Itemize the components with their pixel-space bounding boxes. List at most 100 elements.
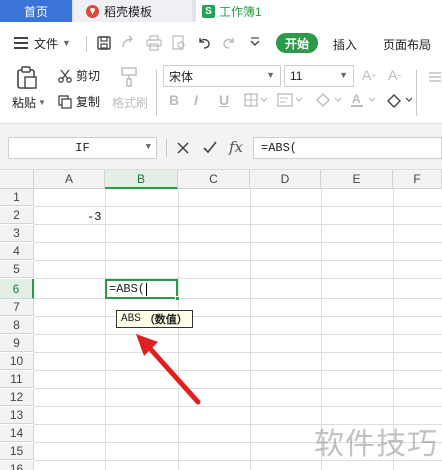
select-all-corner[interactable]	[0, 170, 34, 189]
paste-button[interactable]: 粘贴 ▼	[12, 94, 46, 111]
grid-line	[250, 189, 251, 470]
print-preview-icon[interactable]	[171, 35, 187, 51]
decrease-font-icon[interactable]: A −	[388, 67, 402, 83]
formula-bar: IF ▼ fx =ABS(	[0, 124, 442, 170]
file-menu[interactable]: 文件 ▼	[34, 34, 71, 52]
column-header[interactable]: D	[250, 170, 321, 189]
row-header[interactable]: 5	[0, 261, 34, 278]
insert-function-icon[interactable]: fx	[229, 138, 243, 156]
tab-insert[interactable]: 插入	[333, 36, 357, 53]
tab-template[interactable]: 稻壳模板	[74, 0, 192, 22]
border-icon[interactable]	[244, 93, 270, 107]
confirm-icon[interactable]	[203, 141, 217, 154]
tab-home[interactable]: 首页	[0, 0, 72, 22]
grid-line	[34, 260, 442, 261]
row-header[interactable]: 13	[0, 407, 34, 424]
cell-B6-active[interactable]: =ABS(	[105, 279, 178, 299]
copy-label: 复制	[76, 95, 101, 109]
divider	[416, 92, 417, 108]
bold-icon[interactable]: B	[169, 92, 179, 108]
save-icon[interactable]	[96, 35, 112, 51]
docer-logo-icon	[86, 4, 99, 18]
hamburger-menu-icon[interactable]	[14, 37, 28, 49]
cut-button[interactable]: 剪切	[58, 67, 100, 84]
print-icon[interactable]	[146, 35, 162, 51]
fill-handle[interactable]	[175, 296, 180, 301]
tab-start[interactable]: 开始	[276, 33, 318, 53]
row-header[interactable]: 12	[0, 389, 34, 406]
format-painter-icon[interactable]	[119, 66, 139, 88]
increase-font-icon[interactable]: A +	[362, 67, 376, 83]
column-header[interactable]: C	[178, 170, 250, 189]
svg-text:A: A	[352, 92, 361, 106]
spreadsheet-icon: S	[202, 4, 215, 18]
cell-style-icon[interactable]	[277, 93, 305, 107]
column-header[interactable]: F	[393, 170, 442, 189]
divider	[166, 139, 167, 157]
fill-color-icon[interactable]	[314, 92, 344, 108]
grid-line	[34, 298, 442, 299]
spreadsheet-grid[interactable]: A B C D E F 1 2 3 4 5 6 7 8 9 10 11 12 1…	[0, 170, 442, 470]
row-header[interactable]: 10	[0, 353, 34, 370]
tab-page-layout[interactable]: 页面布局	[383, 36, 431, 53]
row-header[interactable]: 6	[0, 279, 34, 299]
name-box-value: IF	[75, 141, 90, 155]
tab-workbook[interactable]: S 工作簿1	[196, 0, 442, 22]
row-header[interactable]: 4	[0, 243, 34, 260]
chevron-down-icon: ▼	[339, 70, 348, 80]
row-header[interactable]: 11	[0, 371, 34, 388]
grid-line	[34, 334, 442, 335]
ribbon: 粘贴 ▼ 剪切 复制 格式刷 宋体 ▼ 11 ▼ A + A − B I U A	[0, 62, 442, 124]
menu-row: 文件 ▼ 开始 插入 页面布局	[0, 22, 442, 62]
redo-icon[interactable]	[221, 35, 237, 51]
font-color-icon[interactable]: A	[350, 92, 378, 108]
column-header[interactable]: E	[321, 170, 393, 189]
chevron-down-icon: ▼	[38, 98, 46, 107]
underline-icon[interactable]: U	[219, 92, 229, 108]
column-header[interactable]: B	[105, 170, 178, 189]
format-painter-label: 格式刷	[112, 96, 149, 110]
grid-line	[34, 388, 442, 389]
red-arrow-icon	[136, 334, 201, 405]
tooltip-func: ABS	[121, 313, 141, 325]
row-header[interactable]: 14	[0, 425, 34, 442]
row-header[interactable]: 15	[0, 443, 34, 460]
file-menu-label: 文件	[34, 36, 59, 51]
font-size-select[interactable]: 11 ▼	[284, 65, 354, 87]
copy-button[interactable]: 复制	[58, 93, 100, 110]
row-header[interactable]: 9	[0, 335, 34, 352]
name-box[interactable]: IF ▼	[8, 137, 157, 159]
row-header[interactable]: 7	[0, 299, 34, 316]
eraser-icon[interactable]	[386, 92, 416, 108]
chevron-down-icon: ▼	[145, 142, 151, 152]
row-header[interactable]: 3	[0, 225, 34, 242]
formula-input[interactable]: =ABS(	[253, 137, 442, 159]
copy-icon	[58, 94, 72, 109]
divider	[86, 36, 87, 52]
align-icon[interactable]	[428, 70, 442, 84]
row-header[interactable]: 16	[0, 461, 34, 470]
paste-icon[interactable]	[16, 66, 38, 90]
font-name-select[interactable]: 宋体 ▼	[163, 65, 281, 87]
grid-line	[34, 406, 442, 407]
grid-line	[105, 189, 106, 470]
cancel-icon[interactable]	[177, 142, 189, 154]
scissors-icon	[58, 69, 72, 83]
function-tooltip[interactable]: ABS （数值）	[116, 310, 193, 328]
grid-line	[34, 370, 442, 371]
row-header[interactable]: 1	[0, 189, 34, 206]
quick-access-chevron-icon[interactable]	[247, 35, 263, 51]
undo-icon[interactable]	[196, 35, 212, 51]
cut-label: 剪切	[76, 69, 101, 83]
italic-icon[interactable]: I	[194, 92, 198, 108]
grid-line	[34, 352, 442, 353]
font-name-value: 宋体	[169, 69, 194, 84]
tab-template-label: 稻壳模板	[104, 4, 153, 19]
export-icon[interactable]	[120, 35, 136, 51]
row-header[interactable]: 2	[0, 207, 34, 224]
column-header[interactable]: A	[34, 170, 105, 189]
tab-workbook-label: 工作簿1	[219, 4, 262, 19]
cell-A2[interactable]: -3	[87, 210, 101, 224]
row-header[interactable]: 8	[0, 317, 34, 334]
watermark: 软件技巧	[314, 427, 438, 462]
